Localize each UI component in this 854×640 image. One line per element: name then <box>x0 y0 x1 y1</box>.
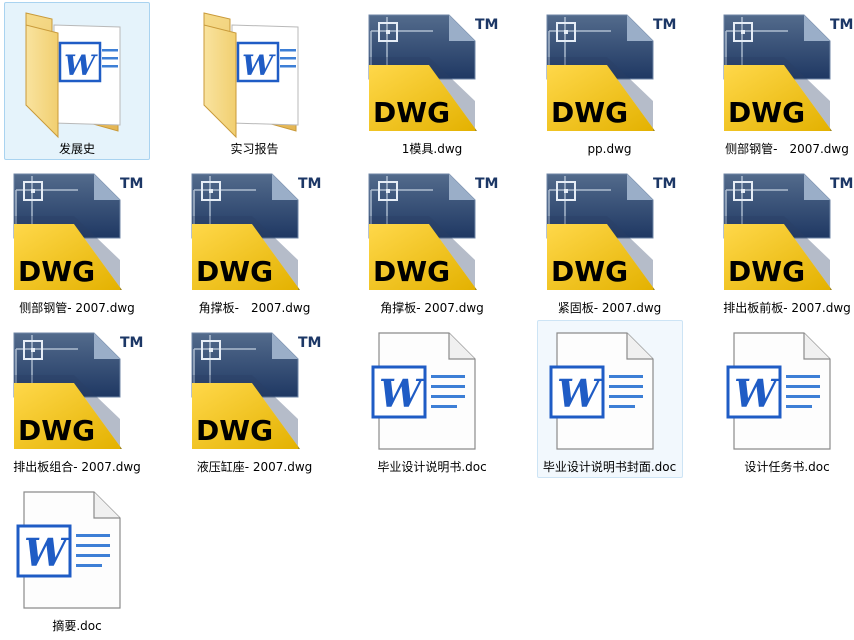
svg-text:TM: TM <box>830 176 853 192</box>
svg-text:W: W <box>242 49 276 82</box>
svg-text:TM: TM <box>120 335 143 351</box>
svg-text:TM: TM <box>298 335 321 351</box>
svg-text:DWG: DWG <box>551 255 628 288</box>
dwg-file-icon: DWG TM <box>368 173 498 290</box>
dwg-file-icon: DWG TM <box>546 14 676 131</box>
file-item[interactable]: W 设计任务书.doc <box>714 320 854 478</box>
dwg-file-icon: DWG TM <box>723 173 853 290</box>
dwg-file-icon: DWG TM <box>186 323 324 459</box>
dwg-file-icon: DWG TM <box>186 164 324 300</box>
svg-text:W: W <box>734 371 780 416</box>
file-name-label: 侧部钢管- 2007.dwg <box>19 301 135 315</box>
file-name-label: 液压缸座- 2007.dwg <box>196 460 313 474</box>
file-name-label: 毕业设计说明书.doc <box>377 460 487 474</box>
svg-text:DWG: DWG <box>373 96 450 129</box>
file-name-label: pp.dwg <box>587 142 632 156</box>
dwg-file-icon: DWG TM <box>8 323 146 459</box>
file-item[interactable]: W 摘要.doc <box>4 479 150 637</box>
file-name-label: 排出板组合- 2007.dwg <box>13 460 141 474</box>
dwg-file-icon: DWG TM <box>363 164 501 300</box>
file-name-label: 侧部钢管- 2007.dwg <box>725 142 849 156</box>
svg-text:TM: TM <box>475 176 498 192</box>
dwg-file-icon: DWG TM <box>541 164 679 300</box>
dwg-file-icon: DWG TM <box>191 332 321 449</box>
file-item[interactable]: DWG TM 液压缸座- 2007.dwg <box>182 320 328 478</box>
file-item[interactable]: W 发展史 <box>4 2 150 160</box>
file-item[interactable]: W 毕业设计说明书封面.doc <box>536 320 683 478</box>
dwg-file-icon: DWG TM <box>718 5 854 141</box>
dwg-file-icon: DWG TM <box>546 173 676 290</box>
word-document-icon: W <box>549 332 654 450</box>
folder-icon: W <box>186 5 324 141</box>
word-document-icon: W <box>726 332 831 450</box>
folder-icon: W <box>8 5 146 141</box>
svg-text:DWG: DWG <box>18 255 95 288</box>
svg-text:TM: TM <box>475 17 498 33</box>
file-item[interactable]: DWG TM 角撑板- 2007.dwg <box>359 161 505 319</box>
folder-with-document-icon: W <box>25 12 121 139</box>
dwg-file-icon: DWG TM <box>368 14 498 131</box>
dwg-file-icon: DWG TM <box>363 5 501 141</box>
file-item[interactable]: DWG TM 排出板前板- 2007.dwg <box>714 161 854 319</box>
file-name-label: 1模具.dwg <box>401 142 463 156</box>
file-item[interactable]: DWG TM 紧固板- 2007.dwg <box>537 161 683 319</box>
file-name-label: 实习报告 <box>230 142 279 156</box>
file-name-label: 排出板前板- 2007.dwg <box>723 301 851 315</box>
file-name-label: 发展史 <box>58 142 95 156</box>
dwg-file-icon: DWG TM <box>541 5 679 141</box>
svg-text:DWG: DWG <box>551 96 628 129</box>
file-name-label: 设计任务书.doc <box>744 460 830 474</box>
file-name-label: 紧固板- 2007.dwg <box>557 301 662 315</box>
file-item[interactable]: DWG TM 排出板组合- 2007.dwg <box>4 320 150 478</box>
svg-text:DWG: DWG <box>196 255 273 288</box>
dwg-file-icon: DWG TM <box>718 164 854 300</box>
file-item[interactable]: DWG TM pp.dwg <box>537 2 683 160</box>
word-document-icon: W <box>363 323 501 459</box>
file-grid: W 发展史 W 实习报告 DWG TM 1模具.dwg DWG TM pp.dw… <box>0 0 854 640</box>
file-item[interactable]: DWG TM 侧部钢管- 2007.dwg <box>714 2 854 160</box>
svg-text:DWG: DWG <box>728 96 805 129</box>
dwg-file-icon: DWG TM <box>723 14 853 131</box>
file-item[interactable]: DWG TM 1模具.dwg <box>359 2 505 160</box>
word-document-icon: W <box>541 323 679 459</box>
svg-text:W: W <box>64 49 98 82</box>
svg-text:TM: TM <box>653 176 676 192</box>
word-document-icon: W <box>16 491 121 609</box>
svg-text:DWG: DWG <box>196 414 273 447</box>
file-item[interactable]: DWG TM 侧部钢管- 2007.dwg <box>4 161 150 319</box>
svg-text:TM: TM <box>298 176 321 192</box>
svg-text:W: W <box>379 371 425 416</box>
svg-text:W: W <box>557 371 603 416</box>
dwg-file-icon: DWG TM <box>191 173 321 290</box>
dwg-file-icon: DWG TM <box>13 173 143 290</box>
svg-text:W: W <box>24 530 70 575</box>
svg-text:TM: TM <box>120 176 143 192</box>
file-name-label: 角撑板- 2007.dwg <box>380 301 484 315</box>
word-document-icon: W <box>718 323 854 459</box>
file-name-label: 角撑板- 2007.dwg <box>198 301 311 315</box>
file-item[interactable]: W 毕业设计说明书.doc <box>359 320 505 478</box>
file-item[interactable]: W 实习报告 <box>182 2 328 160</box>
word-document-icon: W <box>371 332 476 450</box>
dwg-file-icon: DWG TM <box>13 332 143 449</box>
svg-text:TM: TM <box>830 17 853 33</box>
dwg-file-icon: DWG TM <box>8 164 146 300</box>
word-document-icon: W <box>8 482 146 618</box>
folder-with-document-icon: W <box>203 12 298 139</box>
svg-text:DWG: DWG <box>18 414 95 447</box>
svg-text:TM: TM <box>653 17 676 33</box>
file-name-label: 毕业设计说明书封面.doc <box>542 460 677 474</box>
file-name-label: 摘要.doc <box>52 619 102 633</box>
file-item[interactable]: DWG TM 角撑板- 2007.dwg <box>182 161 328 319</box>
svg-text:DWG: DWG <box>728 255 805 288</box>
svg-text:DWG: DWG <box>373 255 450 288</box>
